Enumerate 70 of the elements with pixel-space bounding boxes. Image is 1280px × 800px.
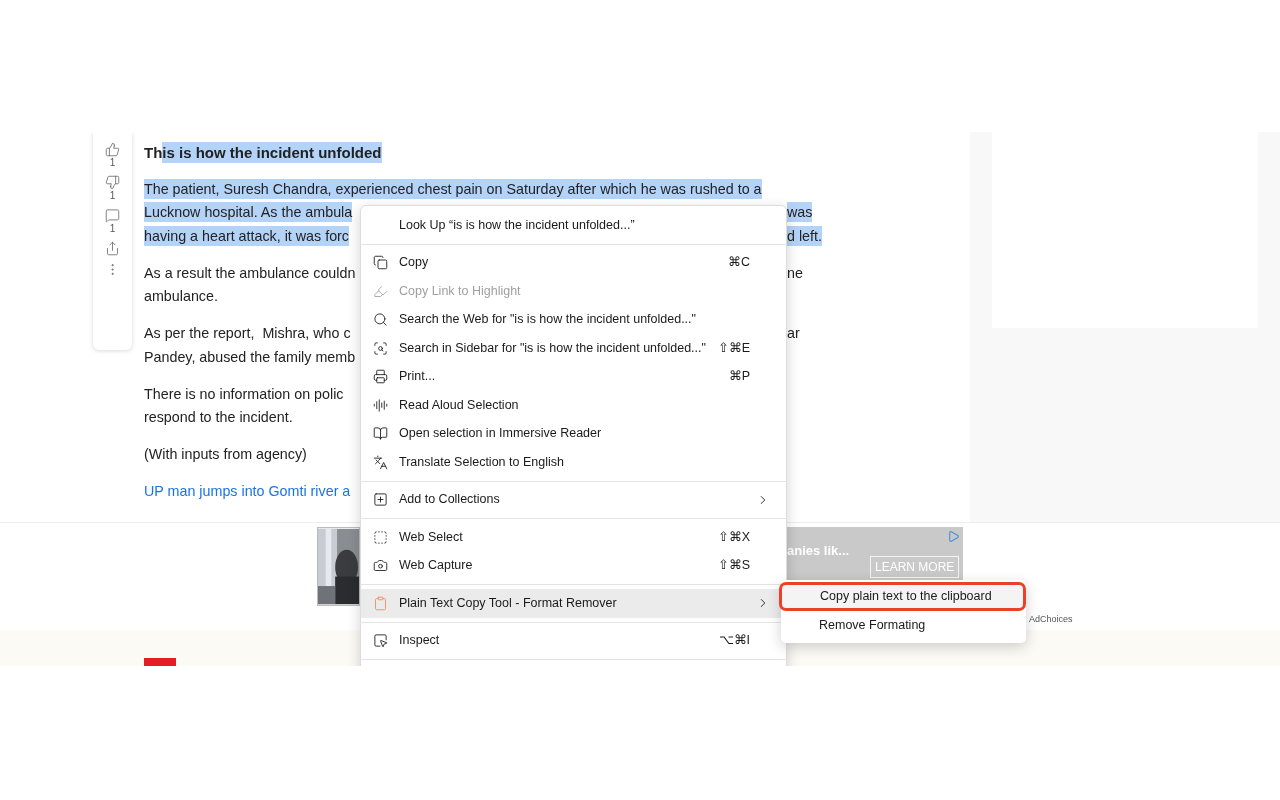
- shortcut-label: ⇧⌘S: [717, 557, 750, 575]
- menu-label: Open selection in Immersive Reader: [399, 425, 603, 443]
- menu-label: Copy: [399, 254, 430, 272]
- menu-label: Read Aloud Selection: [399, 396, 520, 414]
- count-label: 1: [109, 157, 116, 169]
- sidebar-search-icon: [373, 340, 388, 356]
- menu-item[interactable]: Search in Sidebar for "is is how the incident unfolded..." ⇧⌘E: [361, 334, 786, 363]
- shortcut-label: ⌥⌘I: [718, 632, 750, 650]
- paragraph-text: As a result the ambulance couldn: [144, 263, 356, 283]
- menu-label: Web Capture: [399, 557, 474, 575]
- paragraph-text: There is no information on polic: [144, 384, 344, 404]
- paragraph-text: having a heart attack, it was forc: [144, 225, 350, 246]
- search-icon: [373, 312, 388, 328]
- clipboard-icon: [373, 595, 388, 611]
- menu-label: Inspect: [399, 632, 441, 650]
- inspect-icon: [373, 633, 388, 649]
- menu-label: Print...: [399, 368, 437, 386]
- translate-icon: [373, 454, 388, 470]
- thumbs-down-icon[interactable]: [105, 175, 120, 190]
- paragraph-text: Lucknow hospital. As the ambula: [144, 202, 353, 222]
- highlighter-icon: [373, 283, 388, 299]
- shortcut-label: ⌘P: [728, 368, 750, 386]
- thumbs-up-icon[interactable]: [105, 142, 120, 157]
- menu-item[interactable]: Search the Web for "is is how the incident unfolded...": [361, 305, 786, 334]
- paragraph-text: ar: [787, 324, 800, 343]
- paragraph-text: d left.: [787, 225, 822, 246]
- share-icon[interactable]: [105, 241, 120, 256]
- add-collection-icon: [373, 492, 388, 508]
- paragraph-text: The patient, Suresh Chandra, experienced chest pain on Saturday after which he was rushed to a: [144, 178, 762, 199]
- book-icon: [373, 426, 388, 442]
- menu-item[interactable]: Translate Selection to English: [361, 448, 786, 477]
- audio-icon: [373, 397, 388, 413]
- menu-item[interactable]: Open selection in Immersive Reader: [361, 419, 786, 448]
- paragraph-text: As per the report, Mishra, who c: [144, 324, 351, 343]
- paragraph-text: Pandey, abused the family memb: [144, 347, 356, 367]
- shortcut-label: ⇧⌘X: [717, 528, 750, 546]
- menu-item[interactable]: Print... ⌘P: [361, 362, 786, 391]
- shortcut-label: ⇧⌘E: [717, 339, 750, 357]
- adchoices-icon[interactable]: [947, 530, 960, 543]
- menu-item[interactable]: Read Aloud Selection: [361, 391, 786, 420]
- paragraph-text: respond to the incident.: [144, 408, 293, 427]
- menu-item[interactable]: Web Capture ⇧⌘S: [361, 551, 786, 580]
- menu-label: Plain Text Copy Tool - Format Remover: [399, 594, 618, 612]
- paragraph-text: (With inputs from agency): [144, 445, 307, 464]
- menu-label: Copy Link to Highlight: [399, 282, 522, 300]
- printer-icon: [373, 369, 388, 385]
- paragraph-text: was: [787, 202, 813, 222]
- menu-item[interactable]: Web Select ⇧⌘X: [361, 523, 786, 552]
- menu-label: Search in Sidebar for "is is how the incident unfolded...": [399, 339, 707, 357]
- paragraph-text: ambulance.: [144, 287, 218, 306]
- camera-icon: [373, 558, 388, 574]
- menu-label: Web Select: [399, 528, 464, 546]
- menu-label: Add to Collections: [399, 491, 501, 509]
- adchoices-label[interactable]: AdChoices: [1029, 613, 1073, 627]
- menu-label: Search the Web for "is is how the incident unfolded...": [399, 311, 697, 329]
- menu-item[interactable]: Add to Collections: [361, 485, 786, 514]
- copy-icon: [373, 255, 388, 271]
- menu-label: Translate Selection to English: [399, 453, 565, 471]
- logo-tile: [144, 658, 176, 666]
- menu-item[interactable]: Look Up “is is how the incident unfolded...”: [361, 211, 786, 240]
- count-label: 1: [109, 223, 116, 235]
- article-heading: This is how the incident unfolded: [144, 141, 383, 165]
- menu-item[interactable]: Copy ⌘C: [361, 248, 786, 277]
- menu-label: Look Up “is is how the incident unfolded...”: [399, 216, 636, 234]
- count-label: 1: [109, 190, 116, 202]
- paragraph-text: ne: [787, 263, 803, 283]
- dashed-square-icon: [373, 529, 388, 545]
- shortcut-label: ⌘C: [727, 254, 750, 272]
- comment-icon[interactable]: [105, 208, 120, 223]
- submenu-item[interactable]: Copy plain text to the clipboard: [779, 582, 1026, 611]
